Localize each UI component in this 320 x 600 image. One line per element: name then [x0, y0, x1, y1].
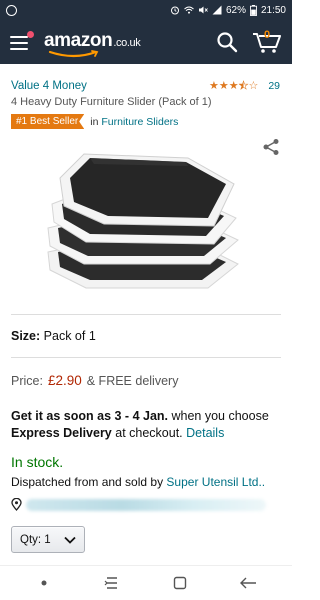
rating[interactable]: ★ ★ ★ ★ ☆ 29: [208, 80, 280, 93]
mute-icon: [198, 6, 208, 14]
chevron-down-icon: [64, 536, 76, 544]
location-pin-icon: [11, 498, 22, 511]
delivery-when-text: when you choose: [168, 409, 269, 423]
quantity-dropdown[interactable]: Qty: 1: [11, 526, 85, 553]
best-seller-row: #1 Best Seller in Furniture Sliders: [11, 114, 178, 129]
quantity-label: Qty: 1: [20, 533, 51, 546]
cart-button[interactable]: 0: [252, 29, 282, 55]
badge-category-link[interactable]: Furniture Sliders: [101, 116, 178, 128]
product-title: 4 Heavy Duty Furniture Slider (Pack of 1…: [11, 96, 212, 108]
top-header: amazon.co.uk 0: [0, 20, 292, 64]
status-bar: 62% 21:50: [0, 0, 292, 20]
clock: 21:50: [260, 4, 286, 16]
star-half-icon: ★: [238, 80, 249, 93]
star-full-icon: ★: [208, 80, 219, 92]
dispatch-info: Dispatched from and sold by Super Utensi…: [11, 475, 265, 489]
price-row: Price: £2.90 & FREE delivery: [11, 373, 178, 388]
delivery-checkout-text: at checkout.: [111, 426, 187, 440]
star-rating: ★ ★ ★ ★ ☆: [208, 80, 259, 93]
brand-link[interactable]: Value 4 Money: [11, 80, 87, 92]
express-delivery: Express Delivery: [11, 426, 112, 440]
search-icon[interactable]: [216, 31, 238, 53]
home-icon: [173, 576, 187, 590]
dispatch-prefix: Dispatched from and sold by: [11, 475, 167, 489]
delivery-date: Get it as soon as 3 - 4 Jan.: [11, 409, 169, 423]
messenger-icon: [6, 4, 17, 16]
wifi-icon: [184, 6, 194, 14]
free-delivery-text: & FREE delivery: [86, 374, 179, 388]
battery-percent: 62%: [225, 4, 246, 16]
delivery-location[interactable]: [11, 498, 281, 511]
recent-apps-button[interactable]: [92, 568, 132, 598]
stock-status: In stock.: [11, 454, 64, 470]
star-empty-icon: ☆: [248, 80, 259, 92]
home-button[interactable]: [160, 568, 200, 598]
recent-apps-icon: [104, 577, 117, 589]
signal-icon: [212, 5, 222, 15]
nav-dot-button[interactable]: [24, 568, 64, 598]
price-amount: £2.90: [47, 373, 82, 388]
divider: [11, 357, 281, 358]
menu-button[interactable]: [10, 31, 34, 50]
alarm-icon: [170, 6, 179, 15]
product-image[interactable]: [38, 148, 248, 300]
star-full-icon: ★: [228, 80, 239, 92]
smile-arrow-icon: [48, 50, 99, 58]
amazon-logo[interactable]: amazon.co.uk: [44, 30, 141, 58]
seller-link[interactable]: Super Utensil Ltd..: [166, 475, 265, 489]
star-full-icon: ★: [218, 80, 229, 92]
size-row[interactable]: Size: Pack of 1: [11, 329, 96, 343]
rating-count[interactable]: 29: [268, 80, 280, 92]
divider: [11, 314, 281, 315]
back-button[interactable]: [228, 568, 268, 598]
logo-wordmark: amazon: [44, 30, 113, 51]
battery-icon: [250, 4, 257, 16]
redacted-address: [26, 498, 266, 511]
badge-in-text: in: [90, 115, 99, 128]
android-nav-bar: [0, 565, 292, 600]
details-link[interactable]: Details: [186, 426, 224, 440]
best-seller-badge: #1 Best Seller: [11, 114, 85, 129]
size-value: Pack of 1: [43, 329, 96, 343]
back-icon: [240, 577, 256, 589]
logo-domain: .co.uk: [113, 37, 141, 49]
notification-dot: [27, 31, 34, 38]
price-label: Price:: [11, 374, 43, 388]
size-label: Size:: [11, 329, 41, 343]
dot-icon: [41, 580, 47, 586]
delivery-message: Get it as soon as 3 - 4 Jan. when you ch…: [11, 408, 281, 442]
share-icon[interactable]: [262, 138, 280, 156]
cart-count: 0: [264, 29, 271, 41]
